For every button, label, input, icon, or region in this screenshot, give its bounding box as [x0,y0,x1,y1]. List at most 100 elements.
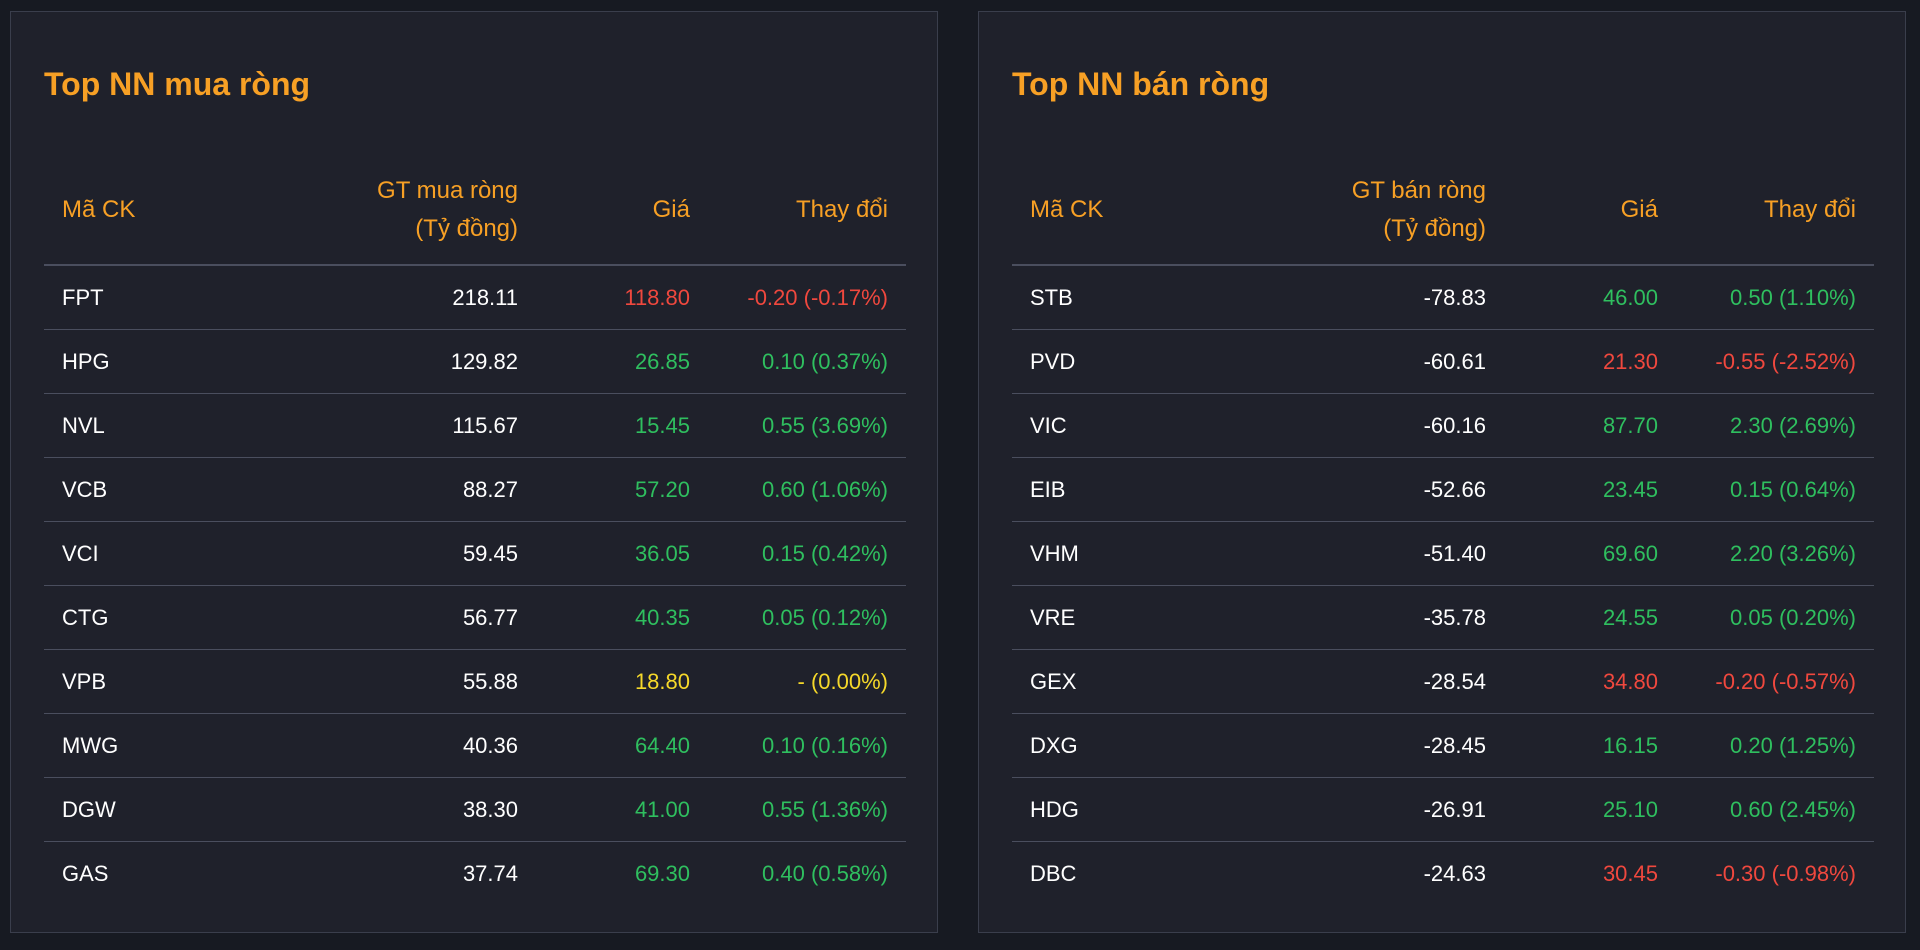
net-value: -78.83 [1198,265,1504,330]
table-row[interactable]: VPB 55.88 18.80- (0.00%) [44,649,906,714]
stock-code: GAS [62,860,109,886]
stock-code: VHM [1012,521,1198,586]
price: 21.30 [1504,329,1676,394]
price-change: 2.30 (2.69%) [1676,393,1874,458]
price-change: 0.40 (0.58%) [762,860,888,886]
table-row[interactable]: GEX -28.54 34.80 -0.20 (-0.57%) [1012,649,1874,714]
stock-code: STB [1012,265,1198,330]
net-value: 55.88 [230,649,536,714]
price-change: - (0.00%) [708,649,906,714]
table-row[interactable]: VCI 59.45 36.05 0.15 (0.42%) [44,521,906,586]
price-change: 0.15 (0.64%) [1676,457,1874,522]
table-header-row: Mã CK GT mua ròng (Tỷ đồng) Giá Thay đổi [44,155,906,266]
price-change: 0.10 (0.16%) [708,713,906,778]
price-change: 0.05 (0.12%) [708,585,906,650]
column-header-net-value: GT bán ròng (Tỷ đồng) [1198,155,1504,266]
net-buy-table: Mã CK GT mua ròng (Tỷ đồng) Giá Thay đổi… [44,155,906,905]
net-value: 40.36 [230,713,536,778]
net-value: 56.77 [230,585,536,650]
stock-code: DBC [1030,860,1077,886]
stock-code: HPG [44,329,230,394]
table-row[interactable]: MWG 40.36 64.40 0.10 (0.16%) [44,713,906,778]
price: 25.10 [1504,777,1676,842]
price-change: -0.30 (-0.98%) [1715,860,1856,886]
net-value: 59.45 [230,521,536,586]
panel-title: Top NN bán ròng [1012,66,1270,102]
price-change: 0.55 (3.69%) [708,393,906,458]
price: 26.85 [536,329,708,394]
stock-code: NVL [44,393,230,458]
stock-code: VRE [1012,585,1198,650]
table-row[interactable]: VIC -60.16 87.70 2.30 (2.69%) [1012,393,1874,458]
stock-code: GEX [1012,649,1198,714]
table-row[interactable]: EIB -52.66 23.45 0.15 (0.64%) [1012,457,1874,522]
net-value: -24.63 [1423,860,1486,886]
panel-title: Top NN mua ròng [44,66,311,102]
price-change: 2.20 (3.26%) [1676,521,1874,586]
net-value: -60.61 [1198,329,1504,394]
table-row[interactable]: HPG 129.82 26.85 0.10 (0.37%) [44,329,906,394]
column-header-net-value: GT mua ròng (Tỷ đồng) [230,155,536,266]
price: 118.80 [536,265,708,330]
price: 24.55 [1504,585,1676,650]
stock-code: VIC [1012,393,1198,458]
table-row[interactable]: FPT 218.11 118.80 -0.20 (-0.17%) [44,265,906,330]
top-net-buy-panel: Top NN mua ròng Mã CK GT mua ròng (Tỷ đồ… [10,11,938,933]
price-change: -0.20 (-0.17%) [708,265,906,330]
price: 30.45 [1602,860,1658,886]
net-value: -60.16 [1198,393,1504,458]
price: 16.15 [1504,713,1676,778]
table-row[interactable]: PVD -60.61 21.30 -0.55 (-2.52%) [1012,329,1874,394]
net-value: 38.30 [230,777,536,842]
price-change: 0.05 (0.20%) [1676,585,1874,650]
stock-code: VCI [44,521,230,586]
table-row[interactable]: VRE -35.78 24.55 0.05 (0.20%) [1012,585,1874,650]
net-value: 37.74 [462,860,518,886]
price-change: 0.10 (0.37%) [708,329,906,394]
stock-code: PVD [1012,329,1198,394]
price-change: 0.60 (2.45%) [1676,777,1874,842]
net-value: 88.27 [230,457,536,522]
price: 64.40 [536,713,708,778]
table-row[interactable]: VHM -51.40 69.60 2.20 (3.26%) [1012,521,1874,586]
price: 23.45 [1504,457,1676,522]
table-row[interactable]: VCB 88.27 57.20 0.60 (1.06%) [44,457,906,522]
price: 40.35 [536,585,708,650]
net-value: 129.82 [230,329,536,394]
table-row[interactable]: DXG -28.45 16.15 0.20 (1.25%) [1012,713,1874,778]
net-value: -26.91 [1198,777,1504,842]
stock-code: HDG [1012,777,1198,842]
top-net-sell-panel: Top NN bán ròng Mã CK GT bán ròng (Tỷ đồ… [978,11,1906,933]
column-header-code: Mã CK [44,155,230,266]
price: 69.60 [1504,521,1676,586]
net-sell-table: Mã CK GT bán ròng (Tỷ đồng) Giá Thay đổi… [1012,155,1874,905]
table-row[interactable]: CTG 56.77 40.35 0.05 (0.12%) [44,585,906,650]
stock-code: VCB [44,457,230,522]
price-change: 0.20 (1.25%) [1676,713,1874,778]
price-change: -0.20 (-0.57%) [1676,649,1874,714]
table-row[interactable]: NVL 115.67 15.45 0.55 (3.69%) [44,393,906,458]
net-value: -28.54 [1198,649,1504,714]
net-value: -52.66 [1198,457,1504,522]
price-change: 0.55 (1.36%) [708,777,906,842]
stock-code: MWG [44,713,230,778]
price: 18.80 [536,649,708,714]
net-value: -28.45 [1198,713,1504,778]
stock-code: EIB [1012,457,1198,522]
column-header-change: Thay đổi [1676,155,1874,266]
table-row[interactable]: HDG -26.91 25.10 0.60 (2.45%) [1012,777,1874,842]
table-row[interactable]: GAS 37.74 69.30 0.40 (0.58%) [44,842,906,906]
table-row[interactable]: DGW 38.30 41.00 0.55 (1.36%) [44,777,906,842]
price: 34.80 [1504,649,1676,714]
column-header-price: Giá [536,155,708,266]
table-row[interactable]: DBC -24.63 30.45 -0.30 (-0.98%) [1012,842,1874,906]
net-value: 115.67 [230,393,536,458]
stock-code: FPT [44,265,230,330]
net-value: -51.40 [1198,521,1504,586]
price: 57.20 [536,457,708,522]
stock-code: DXG [1012,713,1198,778]
price: 36.05 [536,521,708,586]
table-row[interactable]: STB -78.83 46.00 0.50 (1.10%) [1012,265,1874,330]
column-header-price: Giá [1504,155,1676,266]
price-change: 0.50 (1.10%) [1676,265,1874,330]
